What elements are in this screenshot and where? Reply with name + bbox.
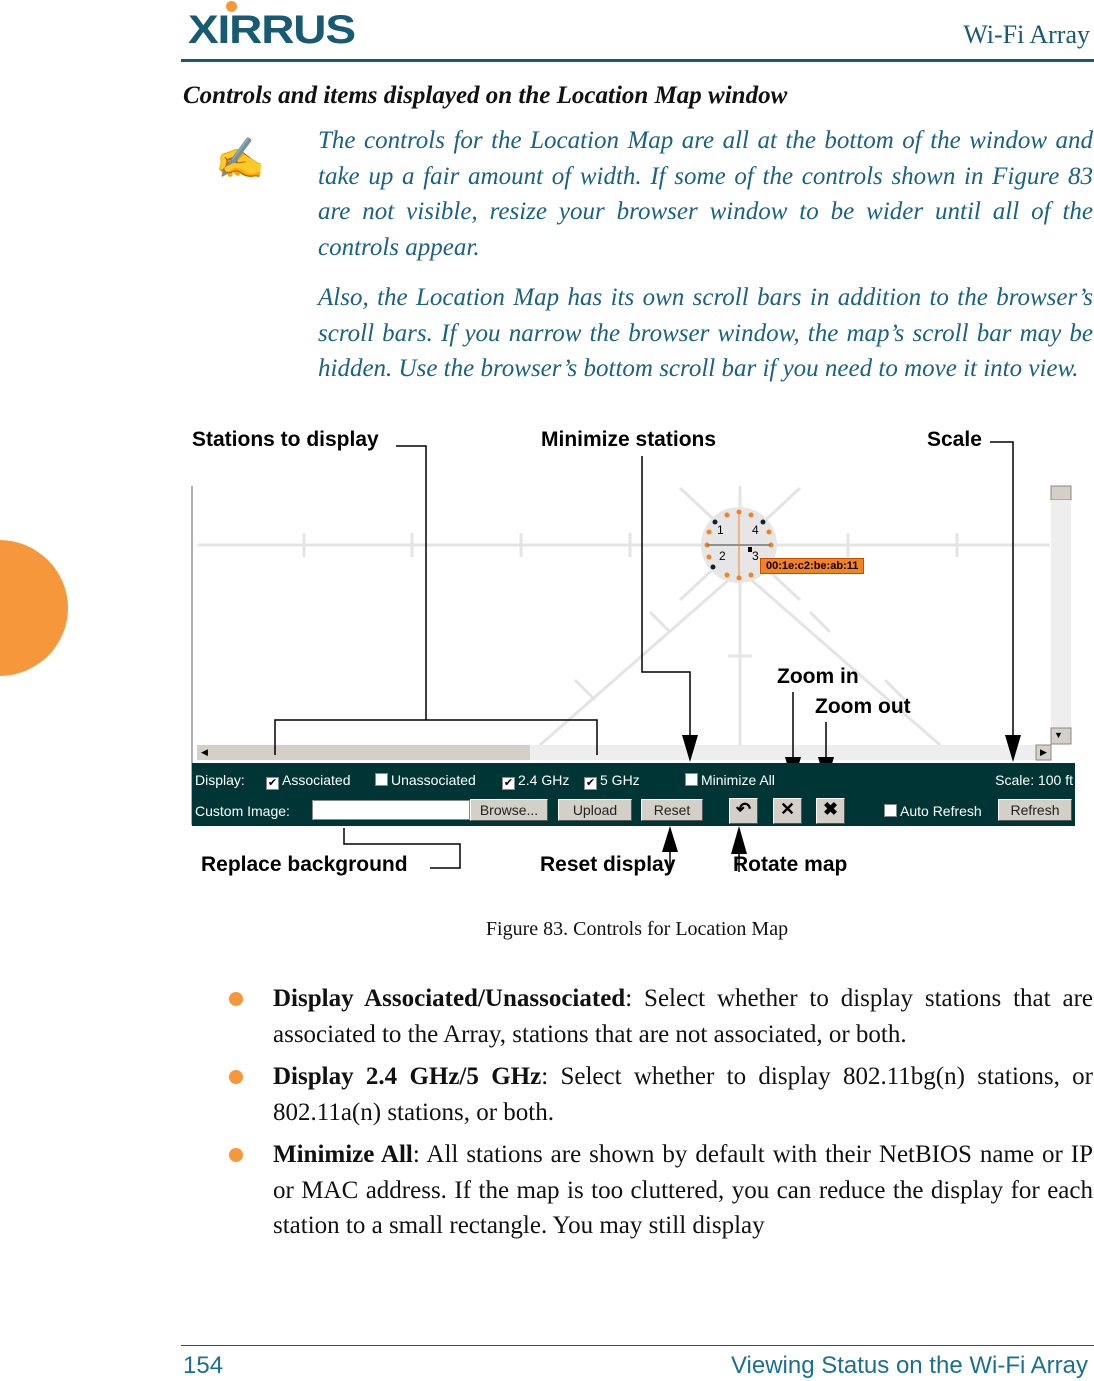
checkbox-unchecked[interactable] — [375, 773, 388, 786]
sector-3: 3 — [752, 549, 759, 563]
callout-stations: Stations to display — [192, 428, 379, 451]
map-grid — [197, 486, 1050, 747]
scroll-left-icon[interactable]: ◀ — [201, 747, 208, 758]
checkbox-checked[interactable]: ✔ — [584, 777, 597, 790]
bullet-item: Display Associated/Unassociated: Select … — [273, 981, 1093, 1052]
callout-zoom-out: Zoom out — [815, 695, 911, 718]
bullet-item: Minimize All: All stations are shown by … — [273, 1137, 1093, 1244]
sector-1: 1 — [717, 523, 724, 537]
unassociated-checkbox[interactable]: Unassociated — [375, 772, 476, 788]
custom-image-input[interactable] — [312, 800, 470, 820]
refresh-button[interactable]: Refresh — [998, 799, 1072, 821]
associated-checkbox[interactable]: ✔ Associated — [266, 772, 350, 790]
sector-2: 2 — [719, 549, 726, 563]
station-mac-label[interactable]: 00:1e:c2:be:ab:11 — [760, 558, 865, 574]
checkbox-label: Auto Refresh — [900, 803, 982, 819]
checkbox-unchecked[interactable] — [884, 804, 897, 817]
checkbox-label: Minimize All — [701, 772, 775, 788]
browse-button[interactable]: Browse... — [470, 799, 548, 821]
scroll-right-icon[interactable]: ▶ — [1040, 747, 1047, 758]
scroll-down-icon[interactable]: ▼ — [1054, 730, 1063, 740]
ghz5-checkbox[interactable]: ✔ 5 GHz — [584, 772, 640, 790]
checkbox-label: 2.4 GHz — [518, 772, 570, 788]
document-page: XIRRUS Wi-Fi Array Controls and items di… — [0, 0, 1094, 1381]
footer-rule — [181, 1345, 1094, 1346]
ghz24-checkbox[interactable]: ✔ 2.4 GHz — [502, 772, 569, 790]
bullet-item: Display 2.4 GHz/5 GHz: Select whether to… — [273, 1059, 1093, 1130]
custom-image-label: Custom Image: — [195, 803, 290, 819]
bullet-term: Minimize All — [273, 1141, 413, 1168]
callout-reset: Reset display — [540, 853, 676, 876]
checkbox-label: 5 GHz — [600, 772, 640, 788]
callout-rotate: Rotate map — [733, 853, 848, 876]
bullet-icon — [229, 992, 243, 1006]
scale-readout: Scale: 100 ft — [995, 772, 1073, 788]
footer-chapter: Viewing Status on the Wi-Fi Array — [730, 1352, 1088, 1379]
callout-zoom-in: Zoom in — [777, 665, 859, 688]
callout-replace-bg: Replace background — [201, 853, 408, 876]
zoom-out-icon[interactable]: ✖ — [816, 798, 845, 824]
checkbox-label: Unassociated — [391, 772, 476, 788]
page-number: 154 — [183, 1352, 224, 1379]
bullet-term: Display 2.4 GHz/5 GHz — [273, 1063, 542, 1090]
upload-button[interactable]: Upload — [558, 799, 632, 821]
bullet-icon — [229, 1070, 243, 1084]
checkbox-checked[interactable]: ✔ — [266, 777, 279, 790]
minimize-all-checkbox[interactable]: Minimize All — [685, 772, 775, 788]
rotate-map-icon[interactable]: ↶ — [729, 798, 758, 824]
display-label: Display: — [195, 772, 245, 788]
bullet-term: Display Associated/Unassociated — [273, 985, 626, 1012]
auto-refresh-checkbox[interactable]: Auto Refresh — [884, 803, 982, 819]
checkbox-label: Associated — [282, 772, 351, 788]
zoom-in-icon[interactable]: ✕ — [773, 798, 802, 824]
figure-caption: Figure 83. Controls for Location Map — [485, 918, 789, 940]
callout-minimize: Minimize stations — [541, 428, 717, 451]
checkbox-checked[interactable]: ✔ — [502, 777, 515, 790]
bullet-icon — [229, 1148, 243, 1162]
sector-4: 4 — [752, 523, 759, 537]
reset-button[interactable]: Reset — [641, 799, 703, 821]
checkbox-unchecked[interactable] — [685, 773, 698, 786]
callout-scale: Scale — [927, 428, 982, 451]
